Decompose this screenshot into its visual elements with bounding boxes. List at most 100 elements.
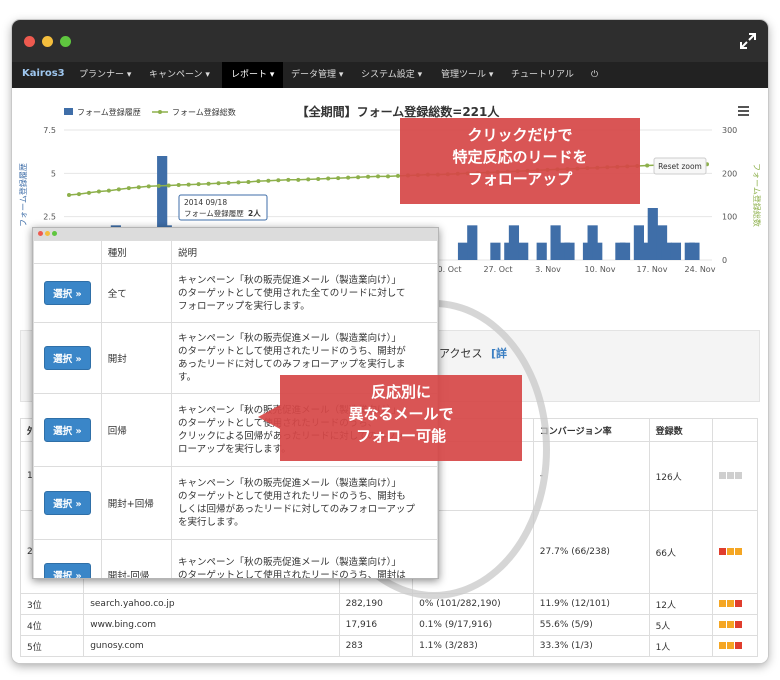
bar [536, 242, 547, 260]
total-point [306, 177, 311, 182]
gauge-block [734, 621, 742, 628]
gauge-block [726, 642, 734, 649]
gauge-block [718, 642, 726, 649]
bar [670, 242, 682, 260]
total-point [246, 180, 251, 184]
cell-conv: 55.6% (5/9) [532, 614, 650, 636]
type-cell: 開封 [100, 322, 173, 394]
score-gauge [711, 441, 759, 511]
description-line: フォローアップを実行します。 [178, 300, 310, 312]
description-line: しくは回帰があったリードに対してのみフォローアップ [178, 504, 415, 515]
total-point [216, 181, 221, 186]
legend-bar-swatch [64, 108, 73, 115]
total-point [366, 174, 371, 179]
select-button[interactable]: 選択 » [44, 418, 91, 442]
total-point [186, 182, 191, 187]
hamburger-icon[interactable] [738, 106, 749, 108]
select-button[interactable]: 選択 » [44, 281, 91, 305]
callout-top: クリックだけで 特定反応のリードを フォローアップ [400, 118, 640, 204]
tooltip-series: フォーム登録履歴 [184, 208, 244, 218]
hamburger-icon[interactable] [738, 114, 749, 116]
gauge-block [734, 472, 742, 479]
right-tick-label: 100 [722, 213, 737, 222]
hamburger-icon[interactable] [738, 110, 749, 112]
gauge-block [726, 548, 734, 555]
nav-item-5[interactable]: 管理ツール ▾ [432, 62, 502, 88]
popup-zoom-dot[interactable] [52, 231, 57, 236]
total-point [316, 176, 321, 181]
nav-item-1[interactable]: キャンペーン ▾ [140, 62, 219, 88]
bar [508, 225, 520, 260]
minimize-dot[interactable] [42, 36, 53, 47]
bar [647, 208, 658, 260]
left-tick-label: 5 [51, 169, 56, 178]
select-cell: 選択 » [33, 263, 102, 323]
select-cell: 選択 » [33, 322, 102, 394]
x-tick-label: 17. Nov [637, 265, 668, 274]
total-point [106, 188, 111, 193]
cell-site: www.bing.com [83, 614, 340, 636]
popup-row: 選択 » 開封-回帰 キャンペーン「秋の販売促進メール（製造業向け）」 のターゲットと… [33, 539, 438, 579]
nav-item-6[interactable]: チュートリアル [502, 62, 583, 88]
left-tick-label: 2.5 [43, 213, 56, 222]
cell-count: 12人 [648, 593, 713, 615]
gauge-block [718, 600, 726, 607]
total-point [645, 163, 650, 168]
cell-visits: 282,190 [338, 593, 414, 615]
x-tick-label: 3. Nov [535, 265, 561, 274]
nav-item-4[interactable]: システム設定 ▾ [352, 62, 431, 88]
total-point [276, 178, 281, 183]
callout-top-line3: フォローアップ [467, 170, 573, 188]
bar [467, 225, 478, 260]
description-line: のターゲットとして使用された全てのリードに対して [178, 287, 406, 299]
popup-close-dot[interactable] [38, 231, 43, 236]
nav-item-2[interactable]: レポート ▾ [222, 62, 284, 88]
gauge-block [718, 621, 726, 628]
left-tick-label: 7.5 [43, 126, 56, 135]
cell-rate: 1.1% (3/283) [412, 635, 534, 657]
select-cell: 選択 » [33, 393, 102, 467]
select-button[interactable]: 選択 » [44, 491, 91, 515]
tooltip-value: 2人 [248, 209, 261, 218]
type-cell: 開封-回帰 [100, 539, 173, 578]
cell-count: 126人 [648, 441, 713, 511]
total-point [356, 175, 361, 180]
zoom-dot[interactable] [60, 36, 71, 47]
bar [550, 225, 561, 260]
description-line: のターゲットとして使用されたリードのうち、開封は [178, 569, 406, 579]
callout-middle-line3: フォロー可能 [355, 427, 446, 445]
total-point [86, 190, 91, 195]
column-header [711, 418, 759, 442]
total-point [116, 187, 121, 192]
expand-icon[interactable] [740, 33, 756, 52]
nav-item-3[interactable]: データ管理 ▾ [282, 62, 352, 88]
x-tick-label: 24. Nov [685, 265, 716, 274]
gauge-block [734, 600, 742, 607]
description-line: キャンペーン「秋の販売促進メール（製造業向け）」 [178, 274, 401, 286]
x-tick-label: 27. Oct [483, 265, 512, 274]
right-tick-label: 200 [722, 169, 737, 178]
total-point [296, 177, 301, 182]
popup-column-header: 種別 [100, 240, 173, 264]
table-row: 4位 www.bing.com 17,916 0.1% (9/17,916) 55.6%… [19, 614, 759, 636]
nav-item-0[interactable]: プランナー ▾ [70, 62, 140, 88]
description-line: を実行します。 [178, 517, 244, 528]
score-gauge [711, 593, 759, 615]
brand-logo[interactable]: Kairos3 [22, 68, 65, 79]
chart-title: 【全期間】フォーム登録総数=221人 [297, 104, 501, 119]
total-point [136, 185, 141, 190]
total-point [226, 180, 231, 185]
select-button[interactable]: 選択 » [44, 563, 91, 578]
reset-zoom-label[interactable]: Reset zoom [658, 162, 702, 171]
legend-line-marker [158, 110, 162, 114]
description-line: キャンペーン「秋の販売促進メール（製造業向け）」 [178, 478, 401, 489]
cell-rate: 0.1% (9/17,916) [412, 614, 534, 636]
gauge-block [734, 642, 742, 649]
right-tick-label: 300 [722, 126, 737, 135]
popup-minimize-dot[interactable] [45, 231, 50, 236]
total-point [156, 183, 161, 188]
close-dot[interactable] [24, 36, 35, 47]
nav-item-7[interactable]: ⏻ [582, 62, 607, 88]
select-button[interactable]: 選択 » [44, 346, 91, 370]
bar [518, 242, 529, 260]
